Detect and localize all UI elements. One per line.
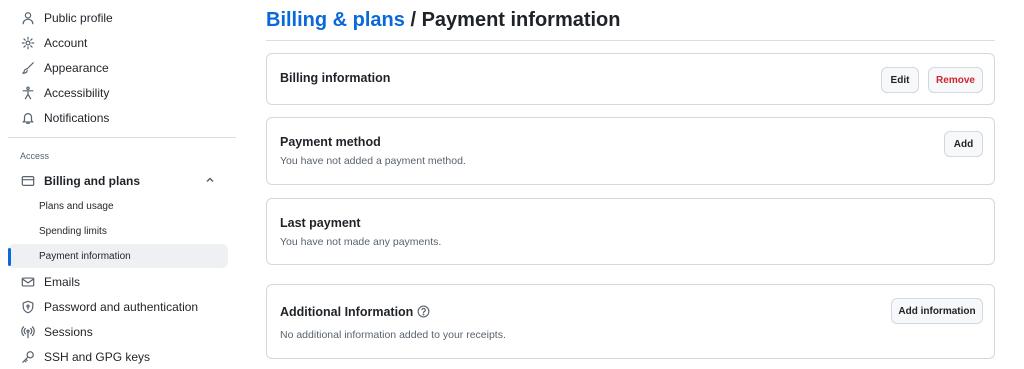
mail-icon: [20, 274, 36, 290]
sidebar-item-label: Appearance: [44, 61, 109, 75]
shield-lock-icon: [20, 299, 36, 315]
broadcast-icon: [20, 324, 36, 340]
sidebar-item-account[interactable]: Account: [8, 31, 228, 55]
active-indicator: [8, 248, 11, 266]
edit-button[interactable]: Edit: [881, 67, 919, 93]
sidebar-item-emails[interactable]: Emails: [8, 270, 228, 294]
billing-information-title: Billing information: [280, 71, 391, 85]
title-divider: [266, 40, 995, 41]
payment-method-title: Payment method: [280, 135, 381, 149]
sidebar-item-label: Notifications: [44, 111, 110, 125]
sidebar-item-billing-and-plans[interactable]: Billing and plans: [8, 169, 228, 193]
credit-card-icon: [20, 173, 36, 189]
gear-icon: [20, 35, 36, 51]
settings-sidebar: Public profile Account Appearance Access…: [0, 0, 240, 369]
sidebar-item-public-profile[interactable]: Public profile: [8, 6, 228, 30]
sidebar-subitem-plans-and-usage[interactable]: Plans and usage: [8, 194, 228, 218]
billing-information-card: Billing information Edit Remove: [266, 53, 995, 105]
person-icon: [20, 10, 36, 26]
additional-information-title: Additional Information: [280, 305, 414, 319]
breadcrumb-billing-link[interactable]: Billing & plans: [266, 9, 405, 31]
sidebar-item-label: Billing and plans: [44, 174, 141, 188]
sidebar-item-label: Password and authentication: [44, 300, 199, 314]
sidebar-subitem-label: Payment information: [39, 250, 131, 262]
page-title: Billing & plans / Payment information: [266, 9, 621, 32]
sidebar-item-sessions[interactable]: Sessions: [8, 320, 228, 344]
additional-information-card: Additional Information No additional inf…: [266, 284, 995, 359]
sidebar-item-accessibility[interactable]: Accessibility: [8, 81, 228, 105]
sidebar-item-password-and-authentication[interactable]: Password and authentication: [8, 295, 228, 319]
help-question-icon[interactable]: [417, 305, 430, 318]
key-icon: [20, 349, 36, 365]
remove-button[interactable]: Remove: [928, 67, 983, 93]
sidebar-divider: [8, 137, 236, 138]
last-payment-card: Last payment You have not made any payme…: [266, 198, 995, 265]
add-information-button[interactable]: Add information: [891, 298, 983, 324]
sidebar-item-label: Emails: [44, 275, 81, 289]
sidebar-item-appearance[interactable]: Appearance: [8, 56, 228, 80]
sidebar-item-label: Sessions: [44, 325, 93, 339]
breadcrumb-separator: /: [404, 9, 422, 31]
sidebar-item-label: Public profile: [44, 11, 113, 25]
additional-information-description: No additional information added to your …: [280, 329, 506, 341]
paintbrush-icon: [20, 60, 36, 76]
sidebar-item-label: Account: [44, 36, 88, 50]
sidebar-subitem-spending-limits[interactable]: Spending limits: [8, 219, 228, 243]
sidebar-subitem-label: Plans and usage: [39, 200, 114, 212]
bell-icon: [20, 110, 36, 126]
sidebar-subitem-label: Spending limits: [39, 225, 107, 237]
sidebar-item-label: SSH and GPG keys: [44, 350, 151, 364]
accessibility-icon: [20, 85, 36, 101]
sidebar-subitem-payment-information[interactable]: Payment information: [8, 244, 228, 268]
chevron-up-icon[interactable]: [204, 174, 218, 188]
sidebar-item-label: Accessibility: [44, 86, 110, 100]
last-payment-title: Last payment: [280, 216, 361, 230]
breadcrumb-current: Payment information: [421, 9, 621, 31]
add-payment-method-button[interactable]: Add: [944, 131, 983, 157]
sidebar-item-notifications[interactable]: Notifications: [8, 106, 228, 130]
last-payment-description: You have not made any payments.: [280, 236, 442, 248]
payment-method-description: You have not added a payment method.: [280, 155, 466, 167]
sidebar-section-access-label: Access: [20, 151, 50, 161]
payment-method-card: Payment method You have not added a paym…: [266, 117, 995, 185]
sidebar-item-ssh-and-gpg-keys[interactable]: SSH and GPG keys: [8, 345, 228, 369]
